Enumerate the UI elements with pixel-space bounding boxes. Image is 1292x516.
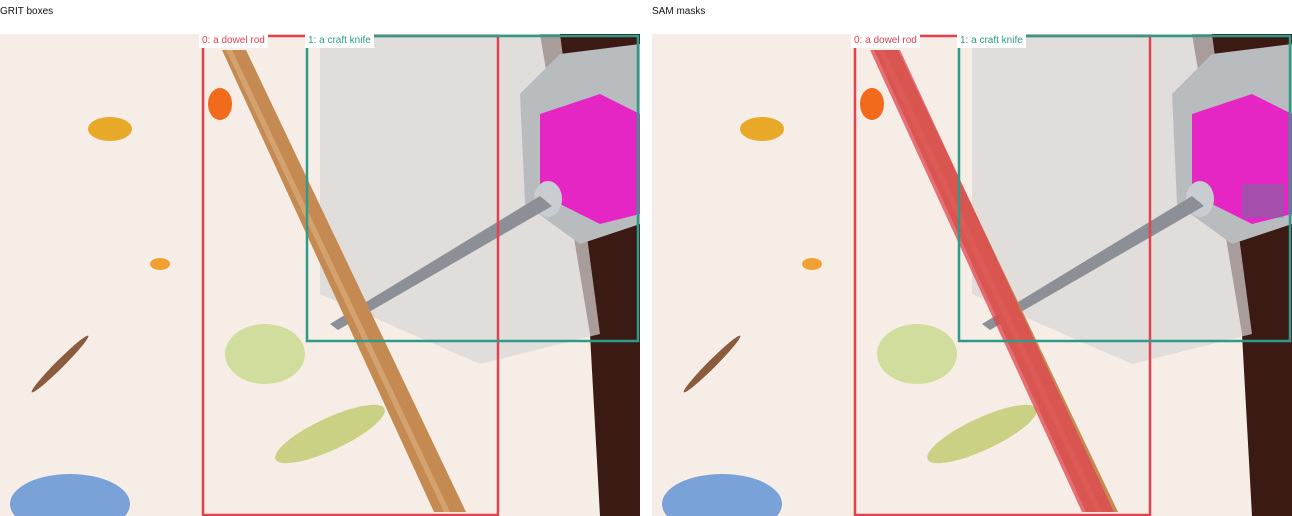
- paint-splash-green: [877, 324, 957, 384]
- box-label-dowel-rod: 0: a dowel rod: [851, 34, 920, 48]
- box-label-dowel-rod: 0: a dowel rod: [199, 34, 268, 48]
- mask-craft-knife-dots: [1242, 184, 1284, 218]
- sam-masks-image: [652, 34, 1292, 516]
- panel-title-grit: GRIT boxes: [0, 6, 54, 17]
- paint-splash-yellow: [740, 117, 784, 141]
- paint-splash-orange: [208, 88, 232, 120]
- paint-splash-orange: [860, 88, 884, 120]
- box-label-craft-knife: 1: a craft knife: [957, 34, 1026, 48]
- paint-dot-orange: [802, 258, 822, 270]
- panel-title-sam: SAM masks: [652, 6, 706, 17]
- grit-boxes-photo: [0, 34, 640, 516]
- grit-boxes-image: [0, 34, 640, 516]
- paint-dot-orange: [150, 258, 170, 270]
- paint-splash-yellow: [88, 117, 132, 141]
- box-label-craft-knife: 1: a craft knife: [305, 34, 374, 48]
- sam-masks-photo: [652, 34, 1292, 516]
- paint-splash-green: [225, 324, 305, 384]
